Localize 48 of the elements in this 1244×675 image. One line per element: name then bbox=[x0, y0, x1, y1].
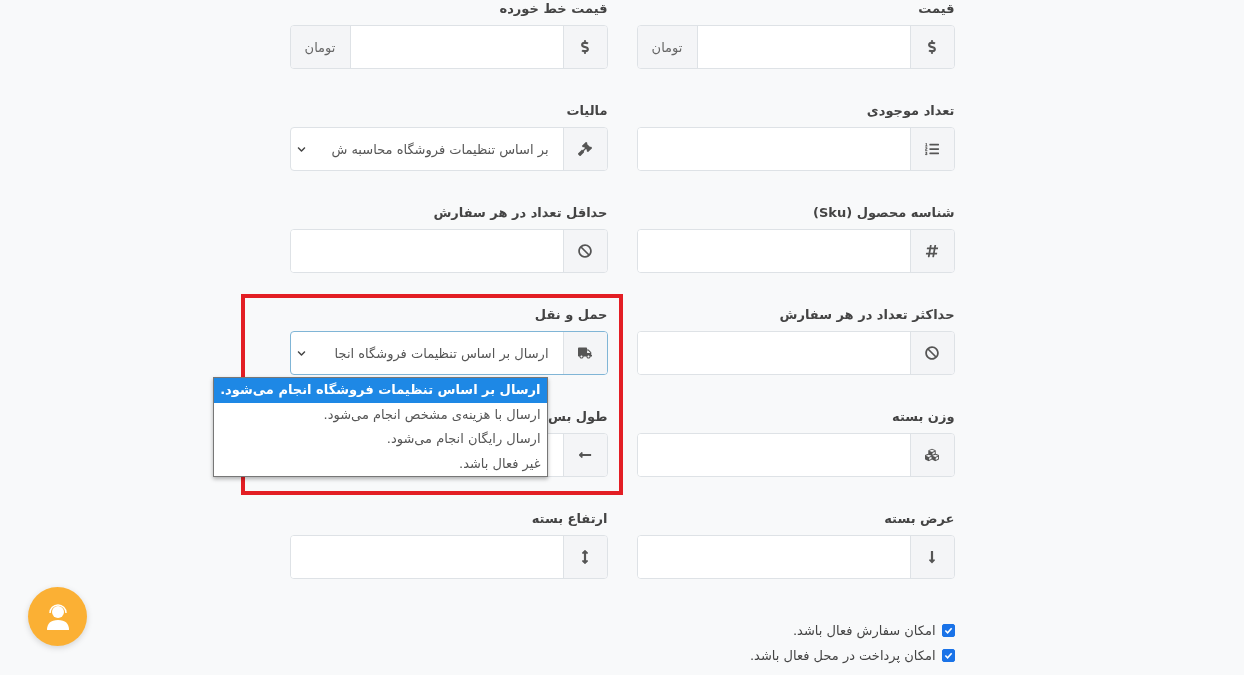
field-label: مالیات bbox=[566, 102, 608, 119]
support-button[interactable] bbox=[28, 587, 87, 646]
select-value: ارسال بر اساس تنظیمات فروشگاه انجا bbox=[334, 345, 549, 361]
checkbox-label: امکان پرداخت در محل فعال باشد. bbox=[750, 648, 936, 663]
cubes-icon bbox=[925, 448, 939, 462]
gavel-icon bbox=[578, 142, 592, 156]
truck-icon bbox=[578, 346, 592, 360]
field-label: عرض بسته bbox=[884, 510, 955, 527]
field-label: شناسه محصول (Sku) bbox=[813, 204, 955, 221]
list-icon bbox=[925, 142, 939, 156]
select-field[interactable]: بر اساس تنظیمات فروشگاه محاسبه ش bbox=[289, 127, 608, 171]
input-field[interactable]: تومان bbox=[289, 25, 608, 69]
field-label: تعداد موجودی bbox=[866, 102, 955, 119]
chevron-icon bbox=[296, 144, 306, 154]
dropdown-option[interactable]: ارسال رایگان انجام می‌شود. bbox=[214, 427, 547, 452]
select-field[interactable]: ارسال بر اساس تنظیمات فروشگاه انجا bbox=[289, 331, 608, 375]
field-label: ارتفاع بسته bbox=[531, 510, 608, 527]
input-field[interactable] bbox=[289, 229, 608, 273]
input-field[interactable] bbox=[636, 229, 955, 273]
dropdown-option[interactable]: ارسال با هزینه‌ی مشخص انجام می‌شود. bbox=[214, 402, 547, 427]
input-field[interactable] bbox=[289, 535, 608, 579]
dropdown-option[interactable]: غیر فعال باشد. bbox=[214, 451, 547, 476]
input-field[interactable] bbox=[636, 535, 955, 579]
support-agent-icon bbox=[44, 602, 71, 631]
checkbox-label: امکان سفارش فعال باشد. bbox=[792, 623, 936, 638]
checkbox[interactable] bbox=[941, 649, 955, 662]
input-field[interactable] bbox=[636, 331, 955, 375]
field-label: قیمت خط خورده bbox=[499, 0, 608, 17]
field-label: قیمت bbox=[918, 0, 955, 17]
chevron-icon bbox=[296, 348, 306, 358]
hash-icon bbox=[925, 244, 939, 258]
input-field[interactable] bbox=[636, 433, 955, 477]
field-label: حمل و نقل bbox=[534, 306, 608, 323]
currency-addon: تومان bbox=[290, 26, 351, 68]
field-label: حداقل تعداد در هر سفارش bbox=[433, 204, 608, 221]
ban-icon bbox=[925, 346, 939, 360]
field-label: وزن بسته bbox=[892, 408, 955, 425]
dropdown-option[interactable]: ارسال بر اساس تنظیمات فروشگاه انجام می‌شود. bbox=[214, 378, 547, 403]
field-label: طول بس bbox=[548, 408, 608, 425]
field-label: حداکثر تعداد در هر سفارش bbox=[779, 306, 955, 323]
checkbox[interactable] bbox=[941, 624, 955, 637]
dollar-icon bbox=[925, 40, 939, 54]
ban-icon bbox=[578, 244, 592, 258]
currency-addon: تومان bbox=[637, 26, 698, 68]
input-field[interactable] bbox=[636, 127, 955, 171]
input-field[interactable]: تومان bbox=[636, 25, 955, 69]
dollar-icon bbox=[578, 40, 592, 54]
select-value: بر اساس تنظیمات فروشگاه محاسبه ش bbox=[331, 141, 549, 157]
